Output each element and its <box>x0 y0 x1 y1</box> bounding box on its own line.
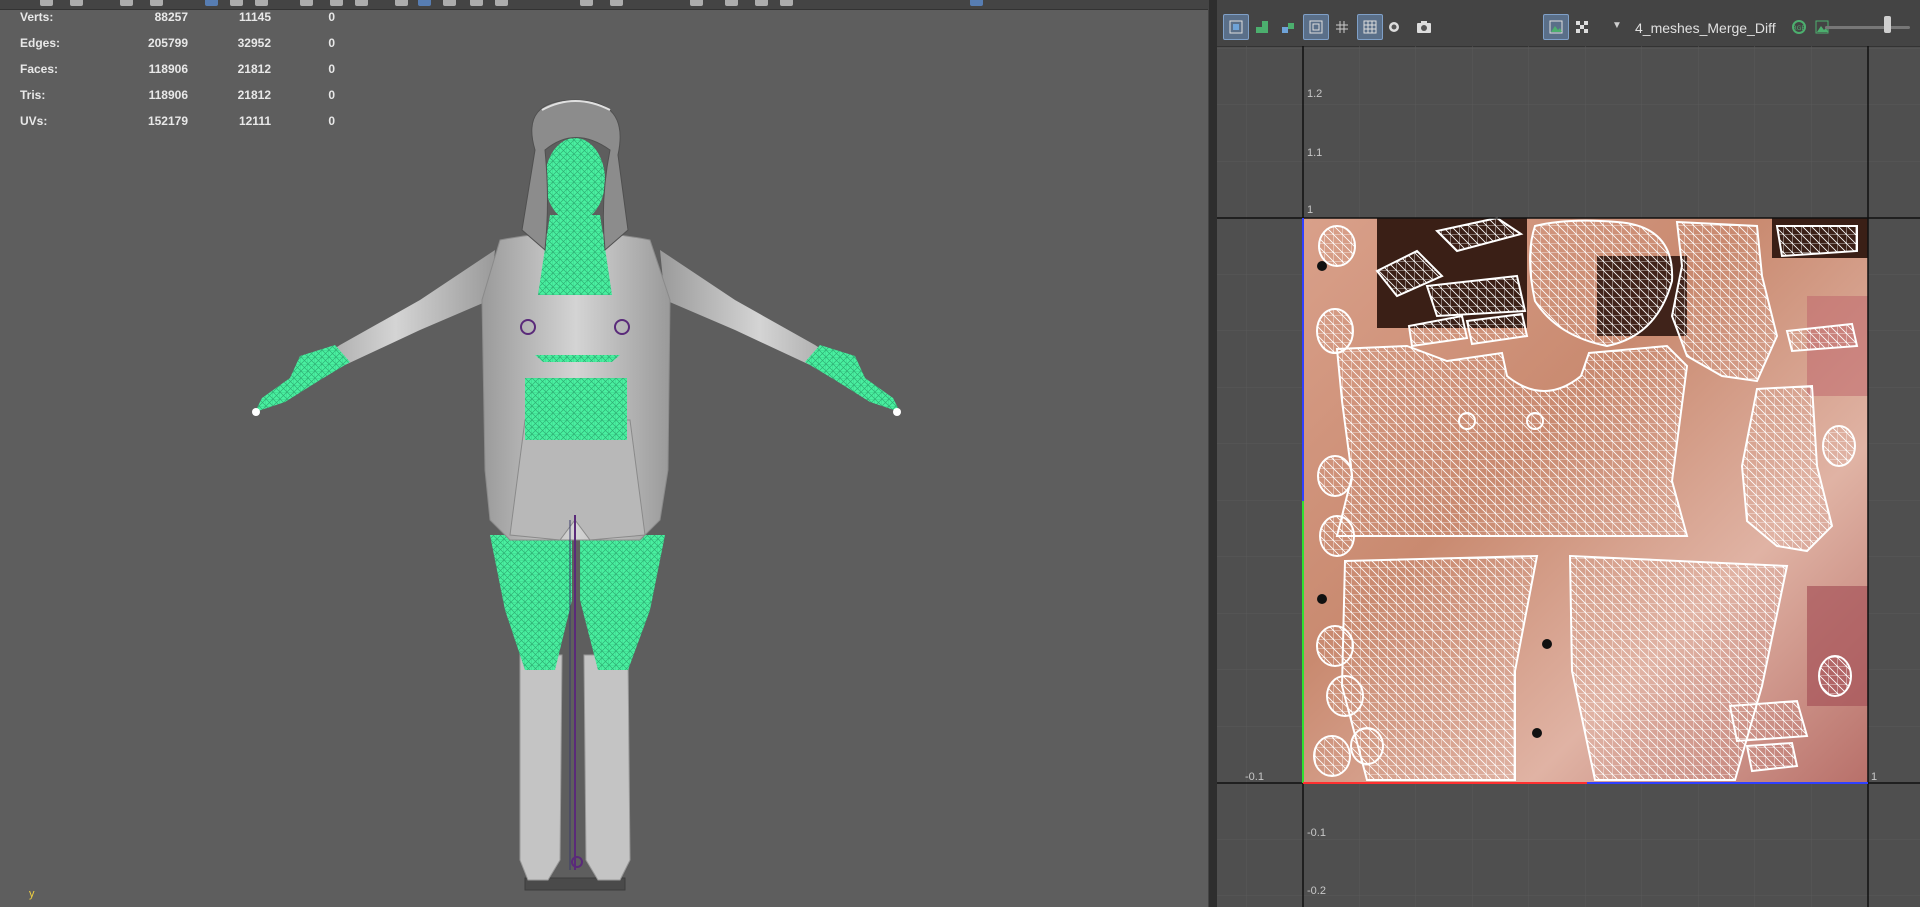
v-axis-label: -0.2 <box>1307 885 1326 897</box>
exposure-slider-handle[interactable] <box>1884 16 1891 33</box>
uv-editor-toolbar: ▼ 4_meshes_Merge_Diff RGB <box>1217 0 1920 47</box>
snapshot-camera-icon[interactable] <box>1411 14 1437 40</box>
texture-name[interactable]: 4_meshes_Merge_Diff <box>1635 20 1776 36</box>
perspective-viewport[interactable]: Verts: 88257 11145 0 Edges: 205799 32952… <box>0 0 1208 907</box>
pixel-snap-icon[interactable] <box>1329 14 1355 40</box>
u-axis-label: 1 <box>1871 771 1878 783</box>
chevron-down-icon[interactable]: ▼ <box>1612 20 1622 31</box>
v-axis-label: -0.1 <box>1307 827 1326 839</box>
u-axis-label: -0.1 <box>1245 771 1264 783</box>
uv-editor-panel[interactable]: ▼ 4_meshes_Merge_Diff RGB 1.2 1.1 1 -0.1… <box>1217 0 1920 907</box>
v-axis-label: 1.1 <box>1307 147 1323 159</box>
shaded-uv-icon[interactable] <box>1381 14 1407 40</box>
uv-canvas[interactable] <box>1217 46 1920 907</box>
svg-text:RGB: RGB <box>1793 25 1806 32</box>
v-axis-label: 1 <box>1307 204 1314 216</box>
character-model[interactable] <box>0 0 1208 907</box>
exposure-slider[interactable] <box>1825 26 1910 29</box>
checker-icon[interactable] <box>1569 14 1595 40</box>
uv-layout-icon[interactable] <box>1275 14 1301 40</box>
uv-shell-icon[interactable] <box>1223 14 1249 40</box>
uv-stack-icon[interactable] <box>1249 14 1275 40</box>
v-axis-label: 1.2 <box>1307 88 1323 100</box>
image-display-icon[interactable] <box>1543 14 1569 40</box>
grid-toggle-icon[interactable] <box>1357 14 1383 40</box>
grid-display-icon[interactable] <box>1303 14 1329 40</box>
axis-indicator: y <box>29 888 35 900</box>
